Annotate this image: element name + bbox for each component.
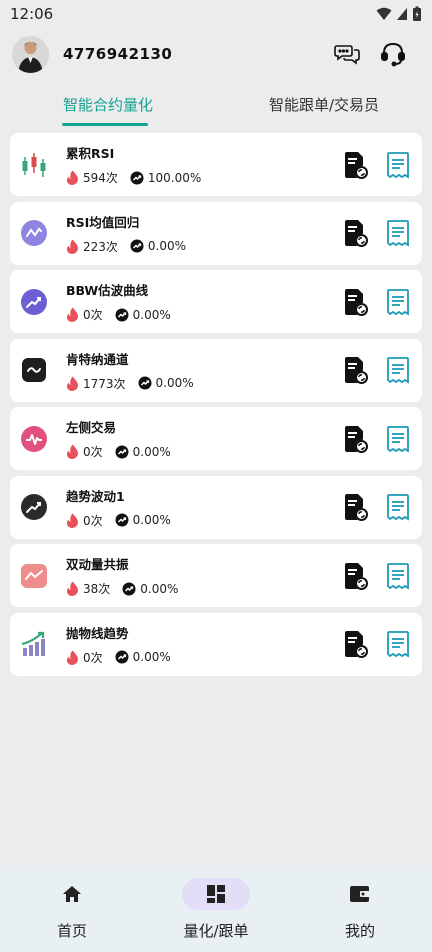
trend-up-icon	[20, 288, 48, 316]
document-refresh-icon[interactable]	[344, 356, 368, 384]
nav-home-label: 首页	[56, 921, 87, 940]
nav-home[interactable]: 首页	[0, 866, 144, 952]
document-refresh-icon[interactable]	[344, 562, 368, 590]
nav-mine[interactable]: 我的	[288, 866, 432, 952]
flame-icon	[66, 307, 79, 322]
strategy-name: BBW估波曲线	[66, 283, 149, 298]
rate-icon	[115, 445, 129, 459]
rate-icon	[115, 513, 129, 527]
dashboard-icon	[207, 884, 225, 903]
document-refresh-icon[interactable]	[344, 288, 368, 316]
win-rate: 0.00%	[132, 307, 171, 322]
tilde-icon	[20, 356, 48, 384]
strategy-name: 肯特纳通道	[66, 351, 129, 367]
strategy-card[interactable]: 抛物线趋势 0次 0.00%	[10, 612, 422, 676]
signal-icon	[397, 8, 407, 20]
run-count: 223次	[83, 239, 118, 254]
rate-icon	[122, 582, 136, 596]
receipt-icon[interactable]	[386, 425, 410, 453]
win-rate: 0.00%	[140, 581, 179, 596]
rate-icon	[130, 239, 144, 253]
receipt-icon[interactable]	[386, 630, 410, 658]
flame-icon	[66, 650, 79, 665]
receipt-icon[interactable]	[386, 562, 410, 590]
tab-bar: 智能合约量化 智能跟单/交易员	[0, 80, 432, 128]
pulse-icon	[20, 425, 48, 453]
strategy-card[interactable]: 肯特纳通道 1773次 0.00%	[10, 338, 422, 402]
strategy-name: RSI均值回归	[66, 214, 140, 230]
strategy-name: 抛物线趋势	[66, 625, 129, 641]
win-rate: 100.00%	[147, 170, 202, 185]
user-info[interactable]: 4776942130	[12, 35, 173, 73]
strategy-card[interactable]: 累积RSI 594次 100.00%	[10, 133, 422, 196]
wave-icon	[20, 219, 48, 247]
win-rate: 0.00%	[132, 650, 171, 664]
strategy-name: 双动量共振	[66, 557, 129, 572]
run-count: 594次	[83, 171, 118, 185]
strategy-name: 累积RSI	[66, 146, 115, 161]
rate-icon	[130, 171, 144, 185]
flame-icon	[66, 376, 79, 391]
headset-icon[interactable]	[380, 41, 406, 67]
wifi-icon	[376, 7, 392, 20]
win-rate: 0.00%	[132, 513, 171, 527]
receipt-icon[interactable]	[386, 219, 410, 247]
win-rate: 0.00%	[155, 376, 194, 390]
bar-growth-icon	[20, 630, 48, 658]
status-time: 12:06	[10, 5, 54, 23]
run-count: 0次	[83, 513, 103, 528]
trend-down-icon	[20, 562, 48, 590]
chat-icon[interactable]	[334, 42, 360, 66]
battery-icon	[413, 6, 421, 21]
rate-icon	[115, 308, 129, 322]
document-refresh-icon[interactable]	[344, 630, 368, 658]
receipt-icon[interactable]	[386, 288, 410, 316]
strategy-card[interactable]: 趋势波动1 0次 0.00%	[10, 475, 422, 539]
header: 4776942130	[0, 28, 432, 80]
nav-quant-copy-label: 量化/跟单	[183, 921, 249, 940]
document-refresh-icon[interactable]	[344, 425, 368, 453]
strategy-card[interactable]: 双动量共振 38次 0.00%	[10, 544, 422, 607]
flame-icon	[66, 513, 79, 528]
run-count: 1773次	[83, 376, 126, 391]
document-refresh-icon[interactable]	[344, 219, 368, 247]
rate-icon	[115, 650, 129, 664]
run-count: 38次	[83, 582, 111, 596]
receipt-icon[interactable]	[386, 151, 410, 179]
document-refresh-icon[interactable]	[344, 493, 368, 521]
strategy-card[interactable]: RSI均值回归 223次 0.00%	[10, 201, 422, 265]
strategy-card[interactable]: BBW估波曲线 0次 0.00%	[10, 270, 422, 333]
status-icons	[376, 6, 422, 22]
nav-mine-label: 我的	[344, 921, 375, 940]
rate-icon	[138, 376, 152, 390]
run-count: 0次	[83, 308, 103, 322]
strategy-name: 趋势波动1	[66, 488, 125, 504]
receipt-icon[interactable]	[386, 493, 410, 521]
flame-icon	[66, 170, 79, 185]
flame-icon	[66, 581, 79, 596]
strategy-list: 累积RSI 594次 100.00% RSI均值回归 223次 0.00% BBW估波曲线 0…	[0, 128, 432, 676]
flame-icon	[66, 444, 79, 459]
nav-quant-copy[interactable]: 量化/跟单	[144, 866, 288, 952]
avatar[interactable]	[12, 35, 49, 73]
run-count: 0次	[83, 650, 103, 665]
document-refresh-icon[interactable]	[344, 151, 368, 179]
run-count: 0次	[83, 445, 103, 459]
status-bar: 12:06	[0, 0, 432, 28]
tab-copy-trading[interactable]: 智能跟单/交易员	[216, 80, 432, 128]
user-id: 4776942130	[63, 45, 173, 63]
strategy-card[interactable]: 左侧交易 0次 0.00%	[10, 407, 422, 470]
tab-smart-contract-quant[interactable]: 智能合约量化	[0, 80, 216, 128]
receipt-icon[interactable]	[386, 356, 410, 384]
candlestick-icon	[20, 151, 48, 179]
flame-icon	[66, 239, 79, 254]
bottom-nav: 首页 量化/跟单 我的	[0, 866, 432, 952]
strategy-name: 左侧交易	[66, 420, 117, 435]
win-rate: 0.00%	[132, 444, 171, 459]
wallet-icon	[350, 885, 370, 902]
win-rate: 0.00%	[147, 239, 187, 253]
home-icon	[63, 885, 81, 902]
trend-up-dark-icon	[20, 493, 48, 521]
